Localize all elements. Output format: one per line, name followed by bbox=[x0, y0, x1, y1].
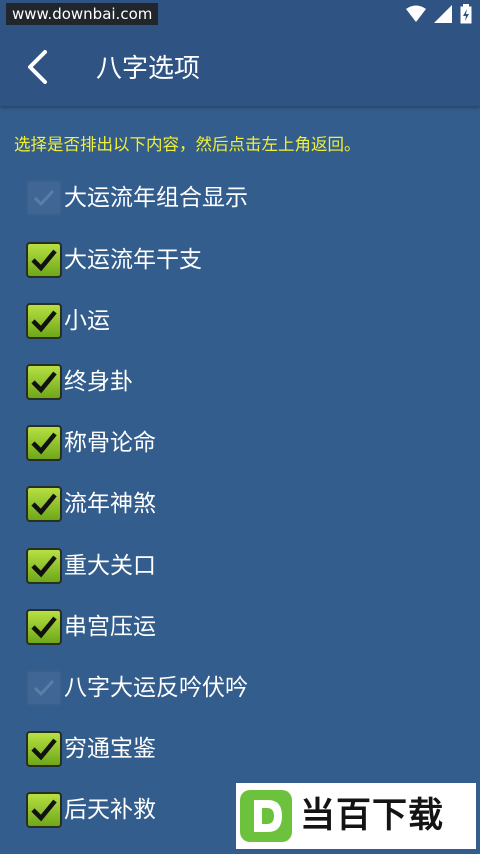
back-button[interactable] bbox=[14, 46, 60, 92]
option-label: 大运流年组合显示 bbox=[64, 185, 248, 211]
checkbox[interactable] bbox=[26, 609, 62, 645]
watermark-logo: 当百下载 bbox=[236, 783, 476, 849]
checkbox[interactable] bbox=[26, 792, 62, 828]
status-icons bbox=[406, 4, 472, 28]
option-label: 串宫压运 bbox=[64, 614, 156, 640]
option-label: 小运 bbox=[64, 308, 110, 334]
option-label: 大运流年干支 bbox=[64, 247, 202, 273]
checkbox[interactable] bbox=[26, 180, 62, 216]
checkbox[interactable] bbox=[26, 425, 62, 461]
option-row-xiaoyun[interactable]: 小运 bbox=[26, 291, 446, 351]
option-row-chuangong-yayun[interactable]: 串宫压运 bbox=[26, 597, 446, 657]
option-row-dayun-liunian-zuhe[interactable]: 大运流年组合显示 bbox=[26, 168, 446, 228]
option-row-fanyin-fuyin[interactable]: 八字大运反吟伏吟 bbox=[26, 658, 446, 718]
checkbox[interactable] bbox=[26, 303, 62, 339]
watermark-text: 当百下载 bbox=[300, 796, 445, 836]
option-row-zhongshengua[interactable]: 终身卦 bbox=[26, 352, 446, 412]
page-title: 八字选项 bbox=[96, 54, 201, 84]
app-bar: 八字选项 bbox=[0, 32, 480, 106]
chevron-left-icon bbox=[24, 49, 50, 89]
option-row-qiongtong-baojian[interactable]: 穷通宝鉴 bbox=[26, 719, 446, 779]
option-row-chenggu-lunming[interactable]: 称骨论命 bbox=[26, 413, 446, 473]
option-row-liunian-shensha[interactable]: 流年神煞 bbox=[26, 474, 446, 534]
battery-icon bbox=[460, 4, 472, 28]
option-label: 称骨论命 bbox=[64, 430, 156, 456]
checkbox[interactable] bbox=[26, 548, 62, 584]
option-label: 后天补救 bbox=[64, 797, 156, 823]
option-label: 八字大运反吟伏吟 bbox=[64, 675, 248, 701]
option-row-dayun-liunian-ganzhi[interactable]: 大运流年干支 bbox=[26, 230, 446, 290]
watermark-url: www.downbai.com bbox=[6, 3, 159, 25]
downbai-logo-icon bbox=[240, 790, 292, 842]
status-bar: www.downbai.com bbox=[0, 0, 480, 32]
wifi-icon bbox=[406, 5, 426, 27]
option-label: 重大关口 bbox=[64, 553, 156, 579]
signal-icon bbox=[434, 5, 452, 27]
instruction-text: 选择是否排出以下内容，然后点击左上角返回。 bbox=[14, 135, 361, 154]
option-row-zhongda-guankou[interactable]: 重大关口 bbox=[26, 536, 446, 596]
checkbox[interactable] bbox=[26, 731, 62, 767]
option-label: 终身卦 bbox=[64, 369, 133, 395]
checkbox[interactable] bbox=[26, 364, 62, 400]
option-label: 穷通宝鉴 bbox=[64, 736, 156, 762]
checkbox[interactable] bbox=[26, 670, 62, 706]
checkbox[interactable] bbox=[26, 242, 62, 278]
option-label: 流年神煞 bbox=[64, 491, 156, 517]
checkbox[interactable] bbox=[26, 486, 62, 522]
